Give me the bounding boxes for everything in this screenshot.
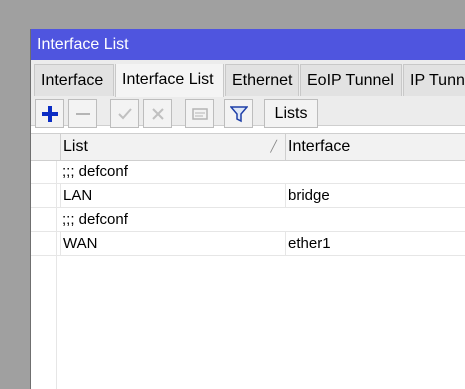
window-title: Interface List	[31, 29, 465, 60]
tab-bar: Interface Interface List Ethernet EoIP T…	[31, 60, 465, 128]
table-row[interactable]: WAN ether1	[31, 232, 465, 256]
list-cell: WAN	[60, 232, 285, 255]
tab-interface[interactable]: Interface	[34, 64, 114, 96]
filter-button[interactable]	[224, 99, 253, 128]
comment-cell: ;;; defconf	[62, 163, 128, 180]
minus-icon	[75, 112, 90, 115]
filter-icon	[229, 105, 248, 122]
interface-list-window: Interface List Interface Interface List …	[30, 29, 465, 389]
column-header-list-label: List	[63, 138, 88, 155]
enable-button[interactable]	[110, 99, 139, 128]
comment-cell: ;;; defconf	[62, 211, 128, 228]
table-row[interactable]: ;;; defconf	[31, 208, 465, 232]
tab-ip-tunnel[interactable]: IP Tunn	[403, 64, 465, 96]
remove-button[interactable]	[68, 99, 97, 128]
list-cell: LAN	[60, 184, 285, 207]
table-header: List ╱ Interface	[31, 133, 465, 161]
sort-indicator-icon: ╱	[270, 141, 277, 153]
table-row[interactable]: ;;; defconf	[31, 160, 465, 184]
lists-button[interactable]: Lists	[264, 99, 318, 128]
column-header-interface[interactable]: Interface	[285, 134, 465, 160]
toolbar: Lists	[31, 97, 465, 132]
interface-cell: ether1	[285, 232, 465, 255]
x-icon	[151, 107, 164, 120]
interface-cell: bridge	[285, 184, 465, 207]
check-icon	[117, 107, 132, 119]
interface-list-table: List ╱ Interface ;;; defconf LAN bridge …	[31, 133, 465, 389]
disable-button[interactable]	[143, 99, 172, 128]
tab-interface-list[interactable]: Interface List	[115, 64, 224, 97]
plus-icon	[41, 105, 58, 122]
comment-button[interactable]	[185, 99, 214, 128]
add-button[interactable]	[35, 99, 64, 128]
table-row[interactable]: LAN bridge	[31, 184, 465, 208]
comment-icon	[191, 107, 208, 120]
column-header-list[interactable]: List ╱	[60, 134, 285, 160]
tab-ethernet[interactable]: Ethernet	[225, 64, 299, 96]
tab-eoip-tunnel[interactable]: EoIP Tunnel	[300, 64, 402, 96]
